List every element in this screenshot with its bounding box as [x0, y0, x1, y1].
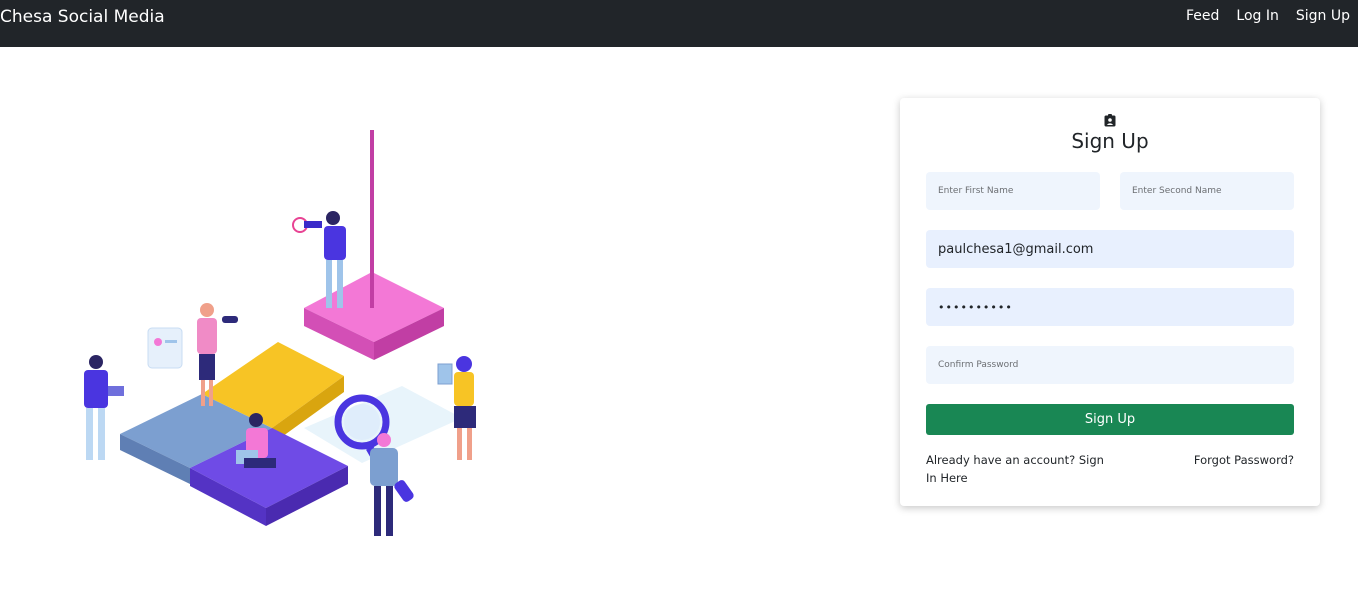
email-input[interactable]	[926, 230, 1294, 268]
forgot-password-link[interactable]: Forgot Password?	[1194, 451, 1294, 469]
first-name-input[interactable]	[926, 172, 1100, 210]
brand-link[interactable]: Chesa Social Media	[0, 6, 165, 28]
second-name-input[interactable]	[1120, 172, 1294, 210]
nav-link-signup[interactable]: Sign Up	[1296, 7, 1350, 25]
password-input[interactable]	[926, 288, 1294, 326]
form-title: Sign Up	[1071, 129, 1149, 153]
signup-card: Sign Up Sign Up Already have an account?…	[900, 98, 1320, 506]
nav-link-login[interactable]: Log In	[1236, 7, 1278, 25]
signin-link[interactable]: Already have an account? Sign In Here	[926, 451, 1116, 487]
confirm-password-input[interactable]	[926, 346, 1294, 384]
navbar: Chesa Social Media Feed Log In Sign Up	[0, 0, 1358, 47]
nav-link-feed[interactable]: Feed	[1186, 7, 1219, 25]
signup-submit-button[interactable]: Sign Up	[926, 404, 1294, 435]
contact-card-icon	[1104, 114, 1116, 127]
nav-links: Feed Log In Sign Up	[1186, 7, 1350, 25]
puzzle-team-illustration	[84, 130, 476, 536]
